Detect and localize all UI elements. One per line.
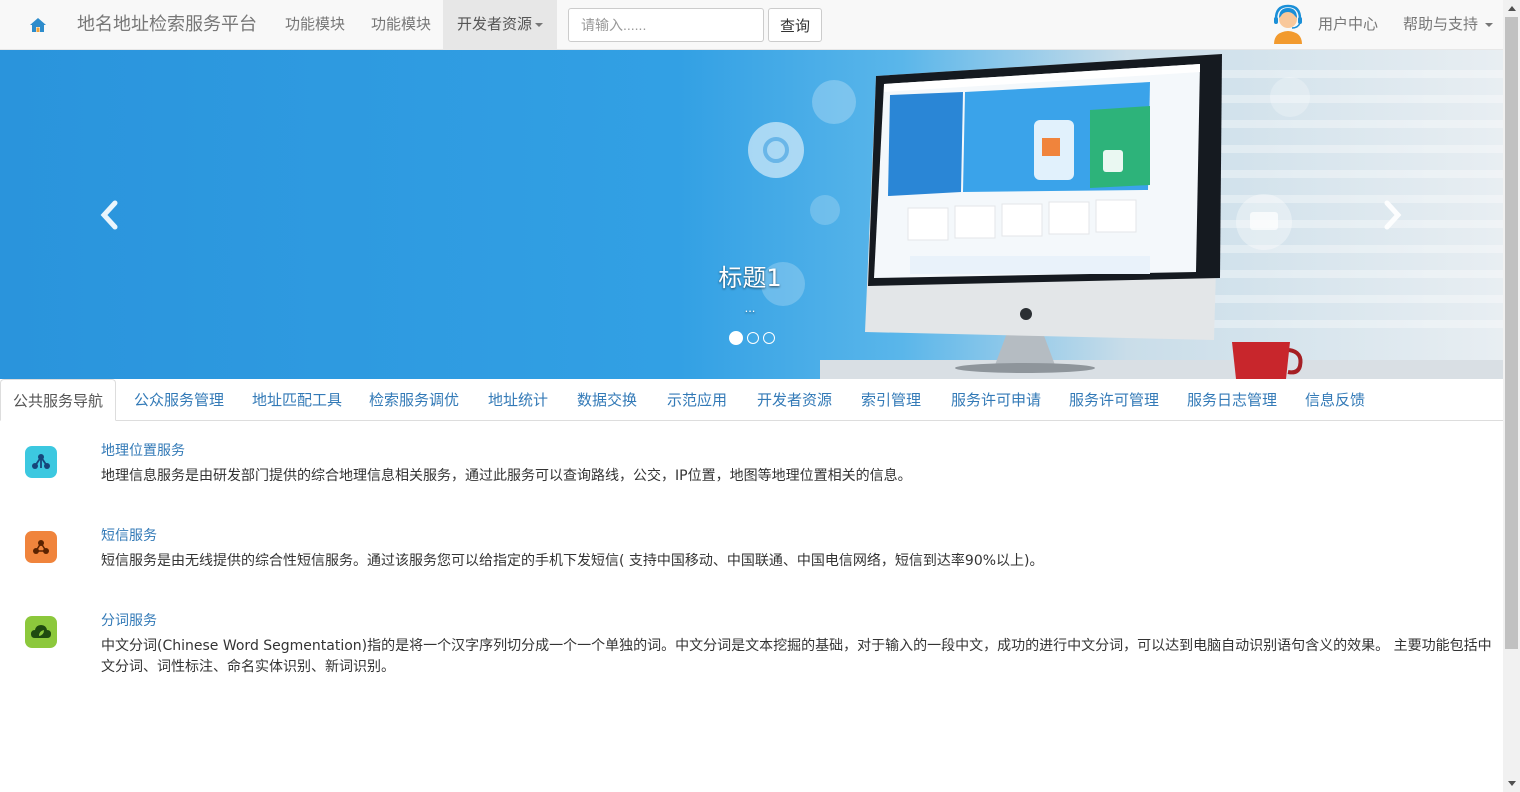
brand-title[interactable]: 地名地址检索服务平台 — [77, 0, 257, 50]
service-description: 短信服务是由无线提供的综合性短信服务。通过该服务您可以给指定的手机下发短信( 支… — [101, 553, 1044, 569]
home-button[interactable] — [20, 12, 56, 38]
carousel-caption-subtitle: ... — [744, 300, 756, 315]
nav-item-modules-1[interactable]: 功能模块 — [285, 0, 345, 50]
share-nodes-icon — [25, 446, 57, 478]
scrollbar-thumb[interactable] — [1505, 17, 1518, 649]
nav-item-developer-dropdown[interactable]: 开发者资源 — [443, 0, 558, 50]
scroll-up-arrow-icon[interactable] — [1503, 0, 1520, 17]
service-description: 中文分词(Chinese Word Segmentation)指的是将一个汉字序… — [101, 638, 1492, 675]
tab-public-service-nav[interactable]: 公共服务导航 — [0, 379, 116, 421]
tab-address-stats[interactable]: 地址统计 — [488, 379, 548, 421]
carousel-caption-title: 标题1 — [718, 264, 782, 292]
vertical-scrollbar[interactable] — [1503, 0, 1520, 792]
service-title[interactable]: 地理位置服务 — [101, 440, 185, 460]
banner-illustration — [748, 54, 1503, 379]
scroll-down-arrow-icon[interactable] — [1503, 775, 1520, 792]
help-support-dropdown[interactable]: 帮助与支持 — [1403, 0, 1494, 50]
service-title[interactable]: 短信服务 — [101, 525, 157, 545]
tab-license-apply[interactable]: 服务许可申请 — [951, 379, 1041, 421]
service-description: 地理信息服务是由研发部门提供的综合地理信息相关服务，通过此服务可以查询路线，公交… — [101, 468, 912, 484]
chevron-right-icon — [1384, 200, 1402, 230]
tab-feedback[interactable]: 信息反馈 — [1305, 379, 1365, 421]
nav-item-developer-label: 开发者资源 — [457, 16, 533, 33]
chevron-down-icon — [535, 23, 544, 28]
tab-search-tuning[interactable]: 检索服务调优 — [369, 379, 459, 421]
page: 地名地址检索服务平台 功能模块 功能模块 开发者资源 查询 用户中心 帮助与支持 — [0, 0, 1503, 792]
search-button[interactable]: 查询 — [768, 8, 822, 42]
tab-license-mgmt[interactable]: 服务许可管理 — [1069, 379, 1159, 421]
chevron-down-icon — [1485, 23, 1494, 28]
carousel-indicator[interactable] — [747, 332, 759, 344]
service-title[interactable]: 分词服务 — [101, 610, 157, 630]
top-navbar: 地名地址检索服务平台 功能模块 功能模块 开发者资源 查询 用户中心 帮助与支持 — [0, 0, 1503, 50]
service-tabs: 公共服务导航 公众服务管理 地址匹配工具 检索服务调优 地址统计 数据交换 示范… — [0, 379, 1503, 421]
customer-service-avatar-icon — [1274, 4, 1302, 44]
cloud-leaf-icon — [25, 616, 57, 648]
tab-data-exchange[interactable]: 数据交换 — [577, 379, 637, 421]
carousel-indicator[interactable] — [763, 332, 775, 344]
molecule-icon — [25, 531, 57, 563]
tab-address-match-tool[interactable]: 地址匹配工具 — [252, 379, 342, 421]
tab-index-mgmt[interactable]: 索引管理 — [861, 379, 921, 421]
help-support-label: 帮助与支持 — [1403, 16, 1479, 33]
search-input[interactable] — [568, 8, 764, 42]
carousel-indicators — [729, 331, 775, 346]
tab-demo-apps[interactable]: 示范应用 — [667, 379, 727, 421]
tab-developer-resources[interactable]: 开发者资源 — [757, 379, 832, 421]
nav-item-modules-2[interactable]: 功能模块 — [371, 0, 431, 50]
chevron-left-icon — [100, 200, 118, 230]
home-icon — [30, 18, 46, 32]
banner-carousel[interactable]: 标题1 ... — [0, 50, 1503, 379]
tab-public-service-mgmt[interactable]: 公众服务管理 — [134, 379, 224, 421]
carousel-next-button[interactable] — [1372, 190, 1412, 240]
tab-log-mgmt[interactable]: 服务日志管理 — [1187, 379, 1277, 421]
carousel-prev-button[interactable] — [90, 190, 130, 240]
carousel-indicator[interactable] — [729, 331, 743, 345]
user-center-link[interactable]: 用户中心 — [1318, 0, 1378, 50]
